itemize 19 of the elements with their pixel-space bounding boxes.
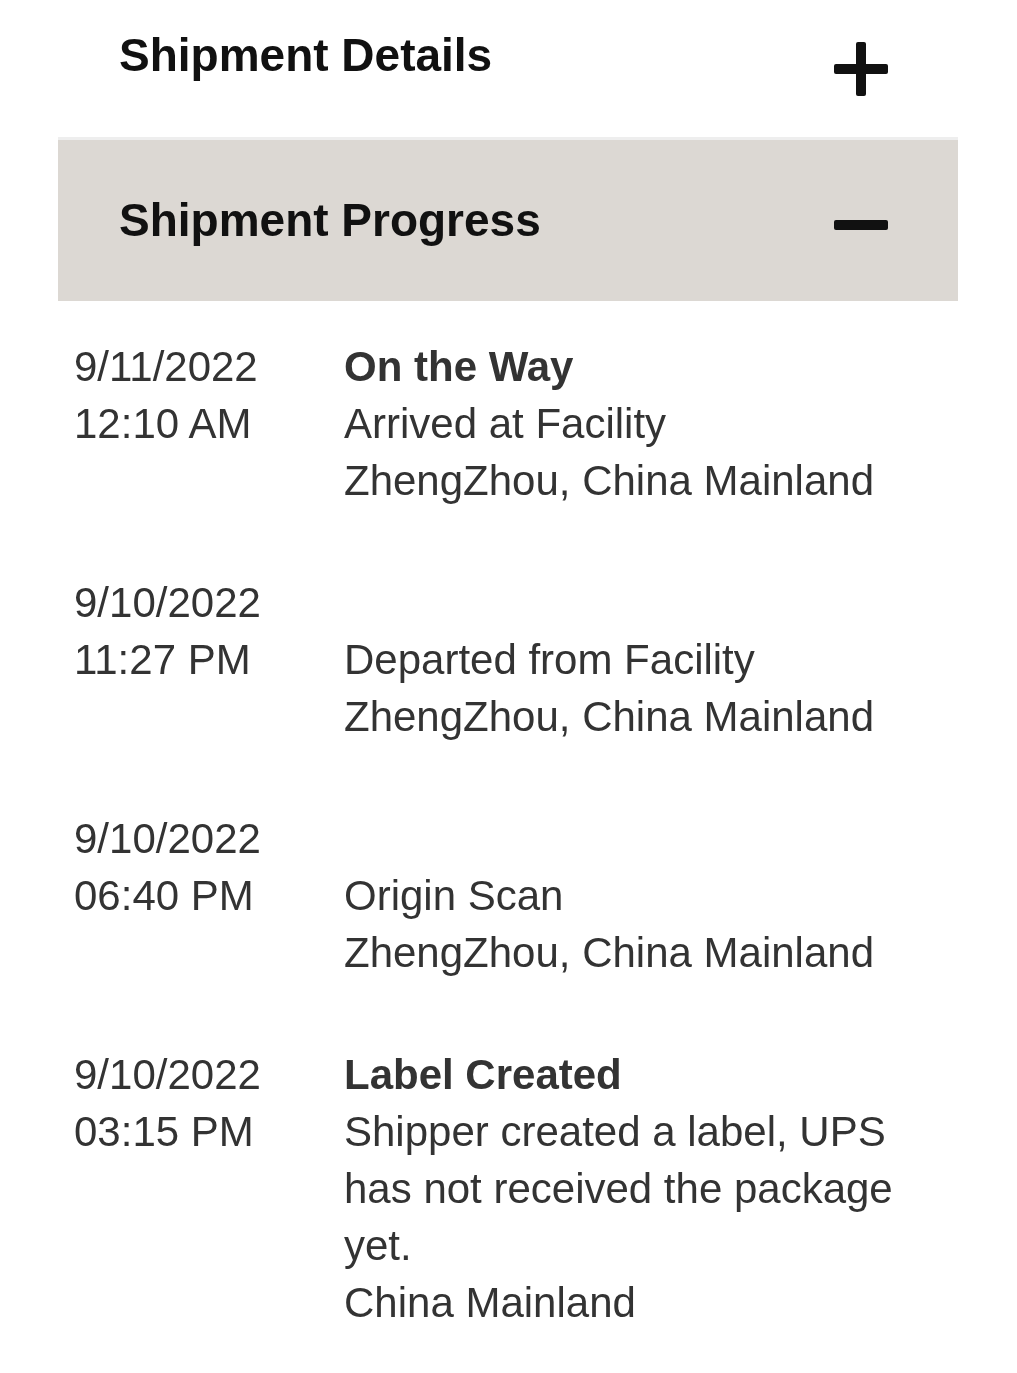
event-location: ZhengZhou, China Mainland: [344, 456, 874, 506]
event-status: Label Created: [344, 1050, 622, 1100]
event-date: 9/11/2022: [74, 342, 258, 392]
event-date: 9/10/2022: [74, 1050, 261, 1100]
event-date: 9/10/2022: [74, 814, 261, 864]
event-location: ZhengZhou, China Mainland: [344, 692, 874, 742]
event-time: 12:10 AM: [74, 399, 252, 449]
event-description: Origin Scan: [344, 871, 564, 921]
event-location: China Mainland: [344, 1278, 636, 1328]
event-location: ZhengZhou, China Mainland: [344, 928, 874, 978]
event-time: 03:15 PM: [74, 1107, 254, 1157]
event-time: 06:40 PM: [74, 871, 254, 921]
event-description: Departed from Facility: [344, 635, 755, 685]
event-description: Arrived at Facility: [344, 399, 667, 449]
accordion-header[interactable]: Shipment Progress: [58, 140, 958, 301]
event-description: Shipper created a label, UPS has not received the package yet.: [344, 1107, 894, 1271]
event-time: 11:27 PM: [74, 635, 251, 685]
event-date: 9/10/2022: [74, 578, 261, 628]
event-status: On the Way: [344, 342, 574, 392]
